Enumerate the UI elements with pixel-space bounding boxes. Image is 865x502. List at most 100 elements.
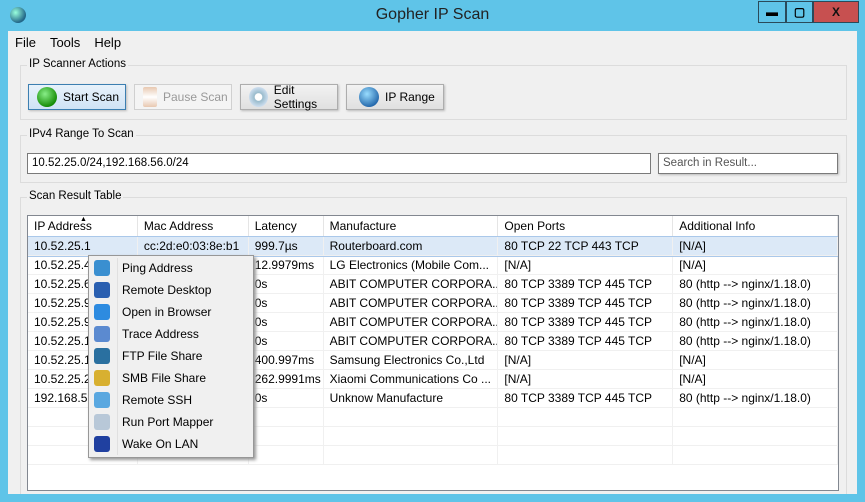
table-cell: [673, 446, 838, 464]
table-cell: cc:2d:e0:03:8e:b1: [138, 237, 249, 255]
menu-file[interactable]: File: [15, 35, 36, 50]
menu-item-label: FTP File Share: [122, 349, 203, 363]
table-cell: ABIT COMPUTER CORPORA...: [324, 275, 499, 293]
table-cell: 80 (http --> nginx/1.18.0): [673, 275, 838, 293]
start-scan-label: Start Scan: [63, 90, 120, 104]
column-header[interactable]: Manufacture: [324, 216, 499, 236]
context-menu-item[interactable]: Remote SSH: [89, 389, 253, 411]
context-menu: Ping Address Remote Desktop Open in Browse…: [88, 255, 254, 458]
table-cell: [498, 408, 674, 426]
table-cell: 80 (http --> nginx/1.18.0): [673, 294, 838, 312]
table-cell: [498, 427, 674, 445]
context-menu-item[interactable]: FTP File Share: [89, 345, 253, 367]
table-cell: [N/A]: [498, 256, 674, 274]
context-menu-item[interactable]: Ping Address: [89, 257, 253, 279]
table-cell: [673, 427, 838, 445]
table-cell: Unknow Manufacture: [324, 389, 499, 407]
table-cell: 400.997ms: [249, 351, 324, 369]
search-input[interactable]: Search in Result...: [658, 153, 838, 174]
menu-item-label: SMB File Share: [122, 371, 207, 385]
pause-scan-button[interactable]: Pause Scan: [134, 84, 232, 110]
ftp-icon: [94, 348, 110, 364]
trace-icon: [94, 326, 110, 342]
table-cell: [N/A]: [498, 370, 674, 388]
menu-separator: [117, 258, 118, 455]
table-cell: [N/A]: [673, 256, 838, 274]
window-title: Gopher IP Scan: [375, 6, 490, 23]
network-globe-icon: [359, 87, 379, 107]
ssh-icon: [94, 392, 110, 408]
table-cell: Samsung Electronics Co.,Ltd: [324, 351, 499, 369]
edit-settings-button[interactable]: Edit Settings: [240, 83, 338, 111]
table-cell: 0s: [249, 332, 324, 350]
table-cell: 0s: [249, 294, 324, 312]
ip-range-button[interactable]: IP Range: [346, 84, 444, 110]
table-row[interactable]: 10.52.25.1 cc:2d:e0:03:8e:b1 999.7µs Router…: [28, 236, 838, 257]
table-cell: 80 TCP 3389 TCP 445 TCP: [498, 332, 674, 350]
table-header: IP Address ▲ Mac Address Latency Manufacture…: [28, 216, 838, 237]
title-bar[interactable]: Gopher IP Scan ▬ ▢ X: [0, 0, 865, 32]
ip-range-label: IP Range: [385, 90, 435, 104]
menu-help[interactable]: Help: [94, 35, 121, 50]
column-header[interactable]: Mac Address: [138, 216, 249, 236]
table-cell: [N/A]: [673, 370, 838, 388]
play-icon: [37, 87, 57, 107]
table-cell: 80 (http --> nginx/1.18.0): [673, 332, 838, 350]
ping-icon: [94, 260, 110, 276]
menu-tools[interactable]: Tools: [50, 35, 80, 50]
table-cell: 80 (http --> nginx/1.18.0): [673, 313, 838, 331]
table-cell: 999.7µs: [249, 237, 324, 255]
table-cell: 80 TCP 3389 TCP 445 TCP: [498, 294, 674, 312]
menu-bar: File Tools Help: [8, 31, 121, 53]
table-cell: 10.52.25.1: [28, 237, 138, 255]
column-header[interactable]: IP Address ▲: [28, 216, 138, 236]
menu-item-label: Remote SSH: [122, 393, 193, 407]
table-cell: 0s: [249, 389, 324, 407]
monitor-icon: [94, 436, 110, 452]
edit-settings-label: Edit Settings: [273, 83, 318, 111]
menu-item-label: Ping Address: [122, 261, 193, 275]
context-menu-item[interactable]: Remote Desktop: [89, 279, 253, 301]
menu-item-label: Remote Desktop: [122, 283, 212, 297]
group-label: Scan Result Table: [27, 190, 124, 202]
browser-icon: [94, 304, 110, 320]
table-cell: 80 TCP 3389 TCP 445 TCP: [498, 275, 674, 293]
table-cell: 80 TCP 3389 TCP 445 TCP: [498, 313, 674, 331]
context-menu-item[interactable]: Trace Address: [89, 323, 253, 345]
group-label: IPv4 Range To Scan: [27, 128, 136, 140]
smb-icon: [94, 370, 110, 386]
table-cell: 0s: [249, 313, 324, 331]
context-menu-item[interactable]: Wake On LAN: [89, 433, 253, 455]
table-cell: [N/A]: [673, 351, 838, 369]
table-cell: [N/A]: [498, 351, 674, 369]
table-cell: 80 TCP 3389 TCP 445 TCP: [498, 389, 674, 407]
start-scan-button[interactable]: Start Scan: [28, 84, 126, 110]
magnifier-icon: [94, 414, 110, 430]
table-cell: [324, 427, 499, 445]
table-cell: [324, 446, 499, 464]
context-menu-item[interactable]: Open in Browser: [89, 301, 253, 323]
context-menu-item[interactable]: SMB File Share: [89, 367, 253, 389]
ip-range-input[interactable]: 10.52.25.0/24,192.168.56.0/24: [27, 153, 651, 174]
table-cell: 12.9979ms: [249, 256, 324, 274]
table-cell: ABIT COMPUTER CORPORA...: [324, 294, 499, 312]
table-cell: ABIT COMPUTER CORPORA...: [324, 313, 499, 331]
menu-item-label: Wake On LAN: [122, 437, 199, 451]
sort-ascending-icon: ▲: [80, 216, 87, 223]
minimize-button[interactable]: ▬: [758, 1, 786, 23]
table-cell: 262.9991ms: [249, 370, 324, 388]
gears-icon: [249, 87, 268, 107]
remote-desktop-icon: [94, 282, 110, 298]
column-header[interactable]: Latency: [249, 216, 324, 236]
table-cell: Xiaomi Communications Co ...: [324, 370, 499, 388]
maximize-button[interactable]: ▢: [786, 1, 813, 23]
table-cell: [249, 408, 324, 426]
context-menu-item[interactable]: Run Port Mapper: [89, 411, 253, 433]
column-header[interactable]: Open Ports: [498, 216, 674, 236]
group-label: IP Scanner Actions: [27, 58, 128, 70]
menu-item-label: Run Port Mapper: [122, 415, 214, 429]
pause-scan-label: Pause Scan: [163, 90, 228, 104]
table-cell: [N/A]: [673, 237, 838, 255]
close-button[interactable]: X: [813, 1, 859, 23]
column-header[interactable]: Additional Info: [673, 216, 838, 236]
